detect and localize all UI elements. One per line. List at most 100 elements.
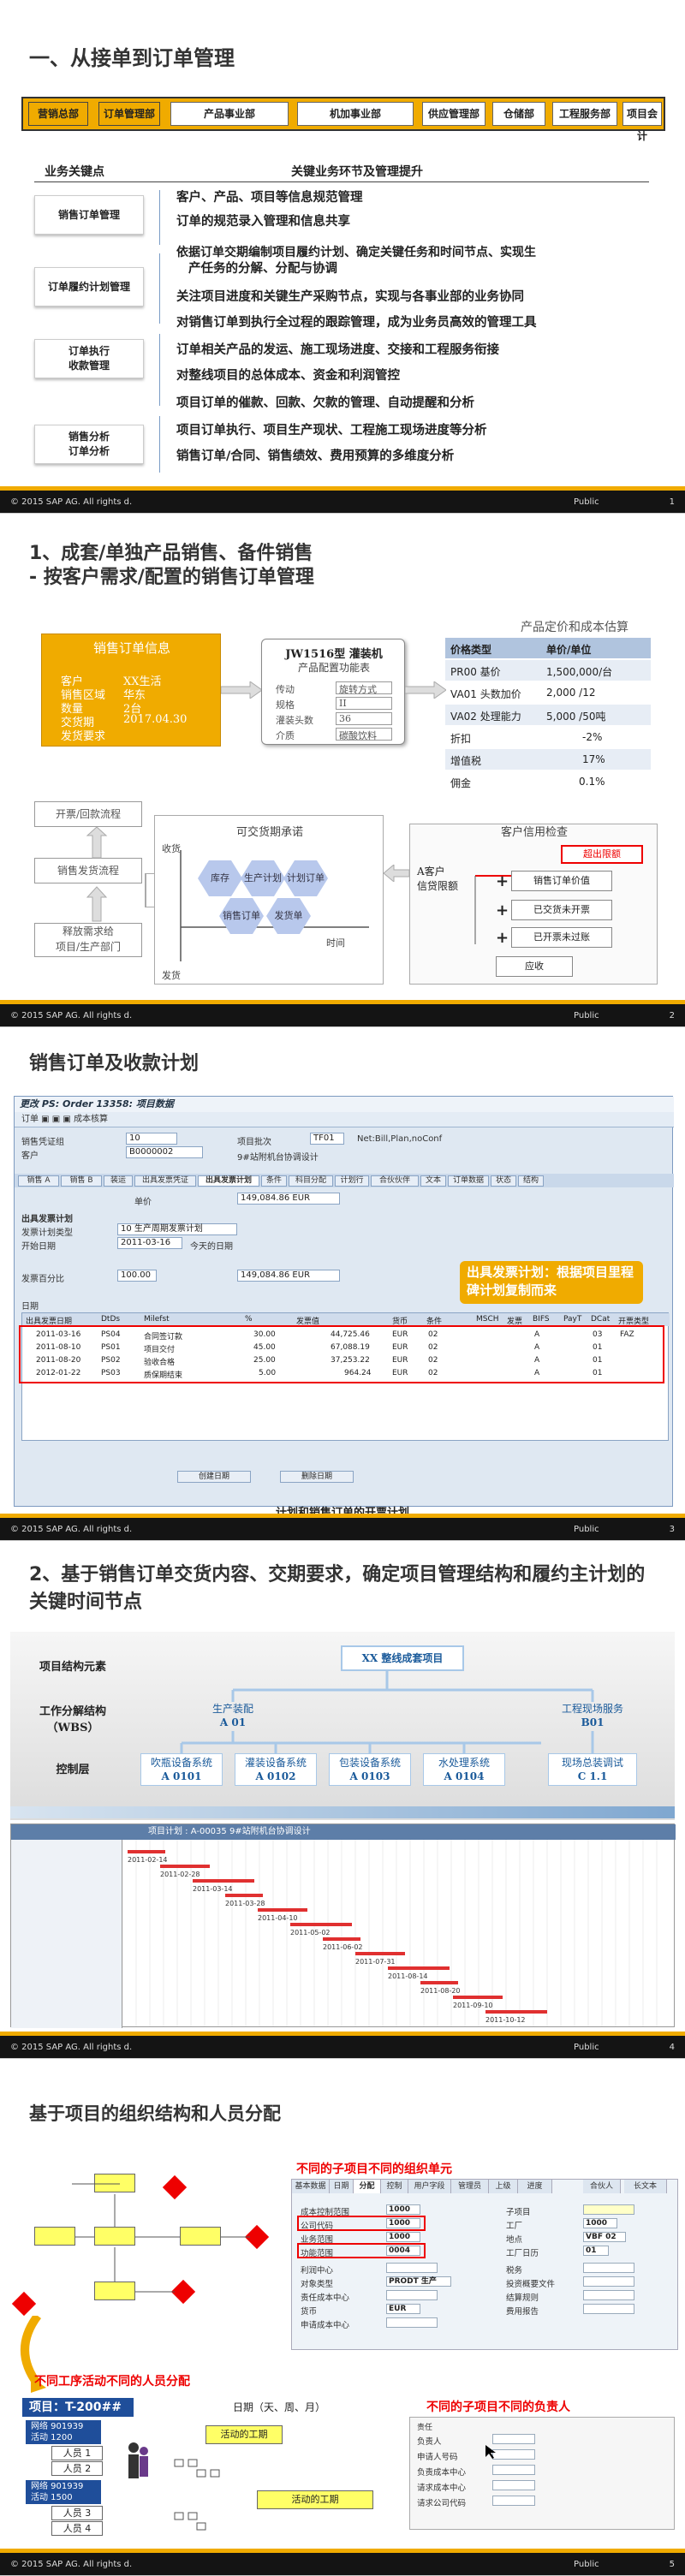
slide-4: 2、基于销售订单交货内容、交期要求，确定项目管理结构和履约主计划的关键时间节点 … (0, 1541, 685, 2059)
key-item: 依据订单交期编制项目履约计划、确定关键任务和时间节点、实现生 (176, 246, 536, 259)
tab[interactable]: 控制 (381, 2180, 408, 2193)
order-info-card: 销售订单信息 客户 XX生活 销售区域 华东 数量 2台 交货期 2017.04… (41, 634, 221, 747)
network-activity: 网络 901939 活动 1500 (26, 2480, 101, 2504)
field-label: 请求公司代码 (417, 2499, 467, 2508)
divider (34, 181, 649, 182)
key-point-fulfillment-plan: 订单履约计划管理 (34, 267, 144, 306)
field-input[interactable] (492, 2434, 535, 2444)
field-input[interactable]: VBF 02 (583, 2232, 626, 2242)
tab[interactable]: 长文本 (624, 2180, 667, 2193)
total-value-input[interactable]: 149,084.86 EUR (237, 1270, 340, 1282)
delete-date-button[interactable]: 删除日期 (280, 1471, 354, 1483)
field-input[interactable] (492, 2465, 535, 2475)
field-input[interactable] (492, 2480, 535, 2490)
slide-title: 基于项目的组织结构和人员分配 (29, 2103, 281, 2124)
tab[interactable]: 订单数据 (448, 1175, 489, 1187)
section-label: 日期 (21, 1302, 39, 1312)
page-number: 2 (669, 1011, 675, 1020)
field-input[interactable] (386, 2290, 438, 2300)
field-input[interactable] (386, 2263, 438, 2273)
field-value: 2017.04.30 (123, 713, 188, 726)
wbs-node: 生产装配 A 01 (211, 1703, 253, 1728)
tab[interactable]: 进度 (518, 2180, 552, 2193)
field-input[interactable] (583, 2290, 634, 2300)
gantt-title: 项目计划 : A-00035 9#站附机台协调设计 (11, 1824, 676, 1840)
field-input[interactable] (492, 2496, 535, 2506)
copyright: © 2015 SAP AG. All rights d. (10, 1011, 133, 1020)
wbs-node: 包装设备系统 A 0103 (329, 1753, 411, 1786)
customer-input[interactable]: B0000002 (126, 1146, 203, 1158)
field-label: 规格 (276, 699, 295, 711)
percentage-input[interactable]: 100.00 (117, 1270, 157, 1282)
field-input[interactable]: 1000 (583, 2218, 617, 2228)
tab[interactable]: 用户字段 (408, 2180, 451, 2193)
tab-billing-plan[interactable]: 出具发票计划 (198, 1175, 259, 1187)
slide-2: 1、成套/单独产品销售、备件销售 - 按客户需求/配置的销售订单管理 销售订单信… (0, 514, 685, 1027)
tab[interactable]: 管理员 (451, 2180, 489, 2193)
tab[interactable]: 日期 (330, 2180, 354, 2193)
field-input[interactable]: 1000 (386, 2232, 420, 2242)
field-label: 灌装头数 (276, 715, 313, 726)
gantt-bar (388, 1966, 450, 1970)
tab-assignment[interactable]: 分配 (354, 2180, 381, 2193)
toolbar[interactable]: 订单 ▣ ▣ ▣ 成本核算 (15, 1112, 674, 1127)
field-input[interactable]: 01 (583, 2246, 609, 2256)
field-input[interactable] (386, 2317, 438, 2328)
tab[interactable]: 计划行 (335, 1175, 369, 1187)
tab[interactable]: 状态 (491, 1175, 516, 1187)
status-text: Net:Bill,Plan,noConf (357, 1134, 443, 1144)
field-input[interactable] (583, 2276, 634, 2287)
create-date-button[interactable]: 创建日期 (177, 1471, 251, 1483)
field-input[interactable] (583, 2204, 634, 2215)
slide-title: 2、基于销售订单交货内容、交期要求，确定项目管理结构和履约主计划的关键时间节点 (29, 1564, 646, 1613)
process-step: 项目会计 (622, 102, 662, 142)
tab[interactable]: 装运 (104, 1175, 133, 1187)
tab[interactable]: 结构 (518, 1175, 544, 1187)
field-input[interactable] (583, 2304, 634, 2314)
net-value-input[interactable]: 149,084.86 EUR (237, 1193, 340, 1205)
tab[interactable]: 上级 (489, 2180, 518, 2193)
gantt-bar (193, 1879, 254, 1883)
field-input[interactable]: PRODT 生产 (386, 2276, 451, 2287)
tab[interactable]: 销售 A (18, 1175, 59, 1187)
table-row: PR00 基价 1,500,000/台 (445, 660, 651, 681)
start-date-input[interactable]: 2011-03-16 (117, 1237, 182, 1249)
process-chain: 营销总部 订单管理部 产品事业部 机加事业部 供应管理部 仓储部 工程服务部 项… (21, 97, 665, 142)
wbs-node: 灌装设备系统 A 0102 (235, 1753, 317, 1786)
person-box: 人员 2 (51, 2461, 103, 2476)
gantt-bar (258, 1908, 307, 1912)
tab[interactable]: 文本 (420, 1175, 446, 1187)
tab-strip: 销售 A 销售 B 装运 出具发票凭证 出具发票计划 条件 科目分配 计划行 合… (15, 1174, 674, 1187)
tab[interactable]: 合伙伙伴 (371, 1175, 419, 1187)
flow-arrows (86, 827, 108, 922)
field-input[interactable]: 1000 (386, 2204, 420, 2215)
tab[interactable]: 条件 (261, 1175, 287, 1187)
activity-bar: 活动的工期 (257, 2490, 373, 2509)
tab[interactable]: 出具发票凭证 (134, 1175, 196, 1187)
gantt-chart: 项目计划 : A-00035 9#站附机台协调设计 2011-02-14 2011… (10, 1823, 676, 2028)
field-input[interactable] (583, 2263, 634, 2273)
tab[interactable]: 科目分配 (289, 1175, 333, 1187)
page-number: 1 (669, 497, 675, 507)
wbs-node: 现场总装调试 C 1.1 (548, 1753, 637, 1786)
project-input[interactable]: TF01 (310, 1133, 344, 1145)
flow-release: 释放需求给 项目/生产部门 (34, 923, 142, 957)
highlight-box (297, 2243, 426, 2258)
billing-plan-type-input[interactable]: 10 生产周期发票计划 (117, 1223, 237, 1235)
tab[interactable]: 合伙人 (583, 2180, 621, 2193)
tab[interactable]: 销售 B (61, 1175, 102, 1187)
sap-window: 更改 PS: Order 13358: 项目数据 订单 ▣ ▣ ▣ 成本核算 销… (14, 1096, 674, 1507)
gantt-date-label: 2011-10-12 (485, 2016, 526, 2024)
gantt-bar (485, 2010, 547, 2014)
credit-item: 已交货未开票 (511, 900, 612, 920)
window-title: 更改 PS: Order 13358: 项目数据 (15, 1097, 674, 1112)
page-number: 3 (669, 1525, 675, 1534)
field-label: 请求成本中心 (417, 2484, 467, 2493)
field-label: 利润中心 (301, 2266, 334, 2276)
tab[interactable]: 基本数据 (292, 2180, 330, 2193)
person-box: 人员 4 (51, 2521, 103, 2536)
field-input[interactable]: EUR (386, 2304, 420, 2314)
gantt-bars: 2011-02-14 2011-02-28 2011-03-14 2011-03-28… (122, 1840, 658, 2026)
page-number: 5 (669, 2560, 675, 2569)
order-type-input[interactable]: 10 (126, 1133, 177, 1145)
